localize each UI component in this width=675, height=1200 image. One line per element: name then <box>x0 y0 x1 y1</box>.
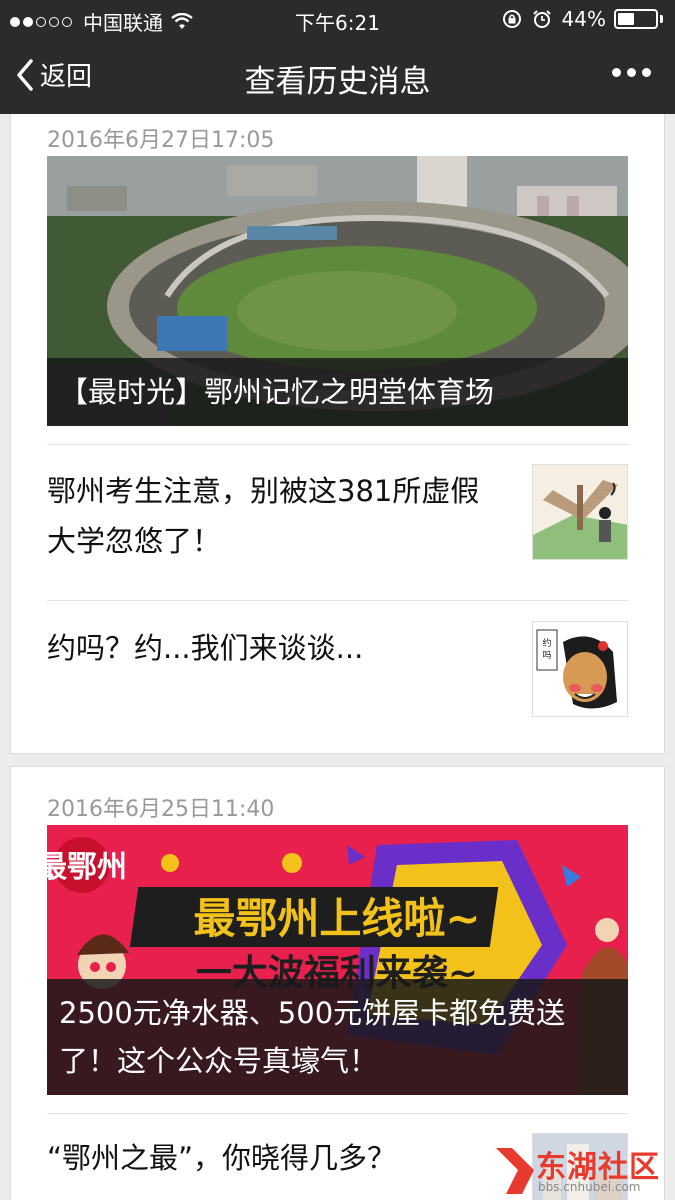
back-chevron-icon <box>17 58 33 91</box>
signal-strength-icon <box>10 16 75 27</box>
article-item[interactable]: 约吗？约...我们来谈谈... 约 吗 <box>47 619 628 719</box>
cover-article[interactable]: 【最时光】鄂州记忆之明堂体育场 <box>47 156 628 426</box>
message-date: 2016年6月25日11:40 <box>47 797 275 822</box>
article-title: 鄂州考生注意，别被这381所虚假大学忽悠了！ <box>47 474 480 558</box>
status-right: 44% <box>502 7 663 31</box>
lock-rotation-icon <box>502 10 521 28</box>
cover-article[interactable]: 最鄂州 最鄂州上线啦~ 一大波福利来袭~ 2500元净水器、500元饼屋卡都免费… <box>47 825 628 1095</box>
cover-title: 2500元净水器、500元饼屋卡都免费送了！这个公众号真壕气！ <box>47 979 628 1095</box>
article-thumbnail: 约 吗 <box>532 621 628 717</box>
battery-tip <box>660 15 663 23</box>
banner-logo: 最鄂州 <box>47 850 127 885</box>
svg-text:约: 约 <box>542 637 551 649</box>
alarm-icon <box>532 10 551 28</box>
svg-text:吗: 吗 <box>542 650 551 661</box>
wifi-icon <box>171 12 193 29</box>
banner-headline: 最鄂州上线啦~ <box>193 894 480 943</box>
article-title: 约吗？约...我们来谈谈... <box>47 631 364 665</box>
nav-bar: 返回 查看历史消息 <box>0 38 675 114</box>
battery-icon <box>614 9 658 29</box>
article-thumbnail <box>532 1133 628 1200</box>
back-label: 返回 <box>40 62 93 92</box>
divider <box>47 444 628 445</box>
battery-percent: 44% <box>561 7 606 31</box>
status-bar: 中国联通 下午6:21 44% <box>0 0 675 38</box>
article-thumbnail <box>532 464 628 560</box>
message-group: 2016年6月27日17:05 【最时光】鄂州记忆之明堂体育场 鄂州考生注意，别… <box>10 114 665 754</box>
message-group: 2016年6月25日11:40 最鄂州 最鄂州上线啦~ 一大波福利来袭~ 250… <box>10 766 665 1200</box>
cover-title: 【最时光】鄂州记忆之明堂体育场 <box>47 358 628 426</box>
status-left: 中国联通 <box>10 7 193 36</box>
page-title: 查看历史消息 <box>244 64 431 100</box>
divider <box>47 600 628 601</box>
article-item[interactable]: “鄂州之最”，你晓得几多？ <box>47 1129 628 1200</box>
article-title: “鄂州之最”，你晓得几多？ <box>47 1141 397 1175</box>
divider <box>47 1113 628 1114</box>
back-button[interactable]: 返回 <box>16 56 92 93</box>
carrier-name: 中国联通 <box>83 11 163 35</box>
message-date: 2016年6月27日17:05 <box>47 128 275 153</box>
more-icon[interactable] <box>606 68 651 77</box>
article-item[interactable]: 鄂州考生注意，别被这381所虚假大学忽悠了！ <box>47 462 628 572</box>
